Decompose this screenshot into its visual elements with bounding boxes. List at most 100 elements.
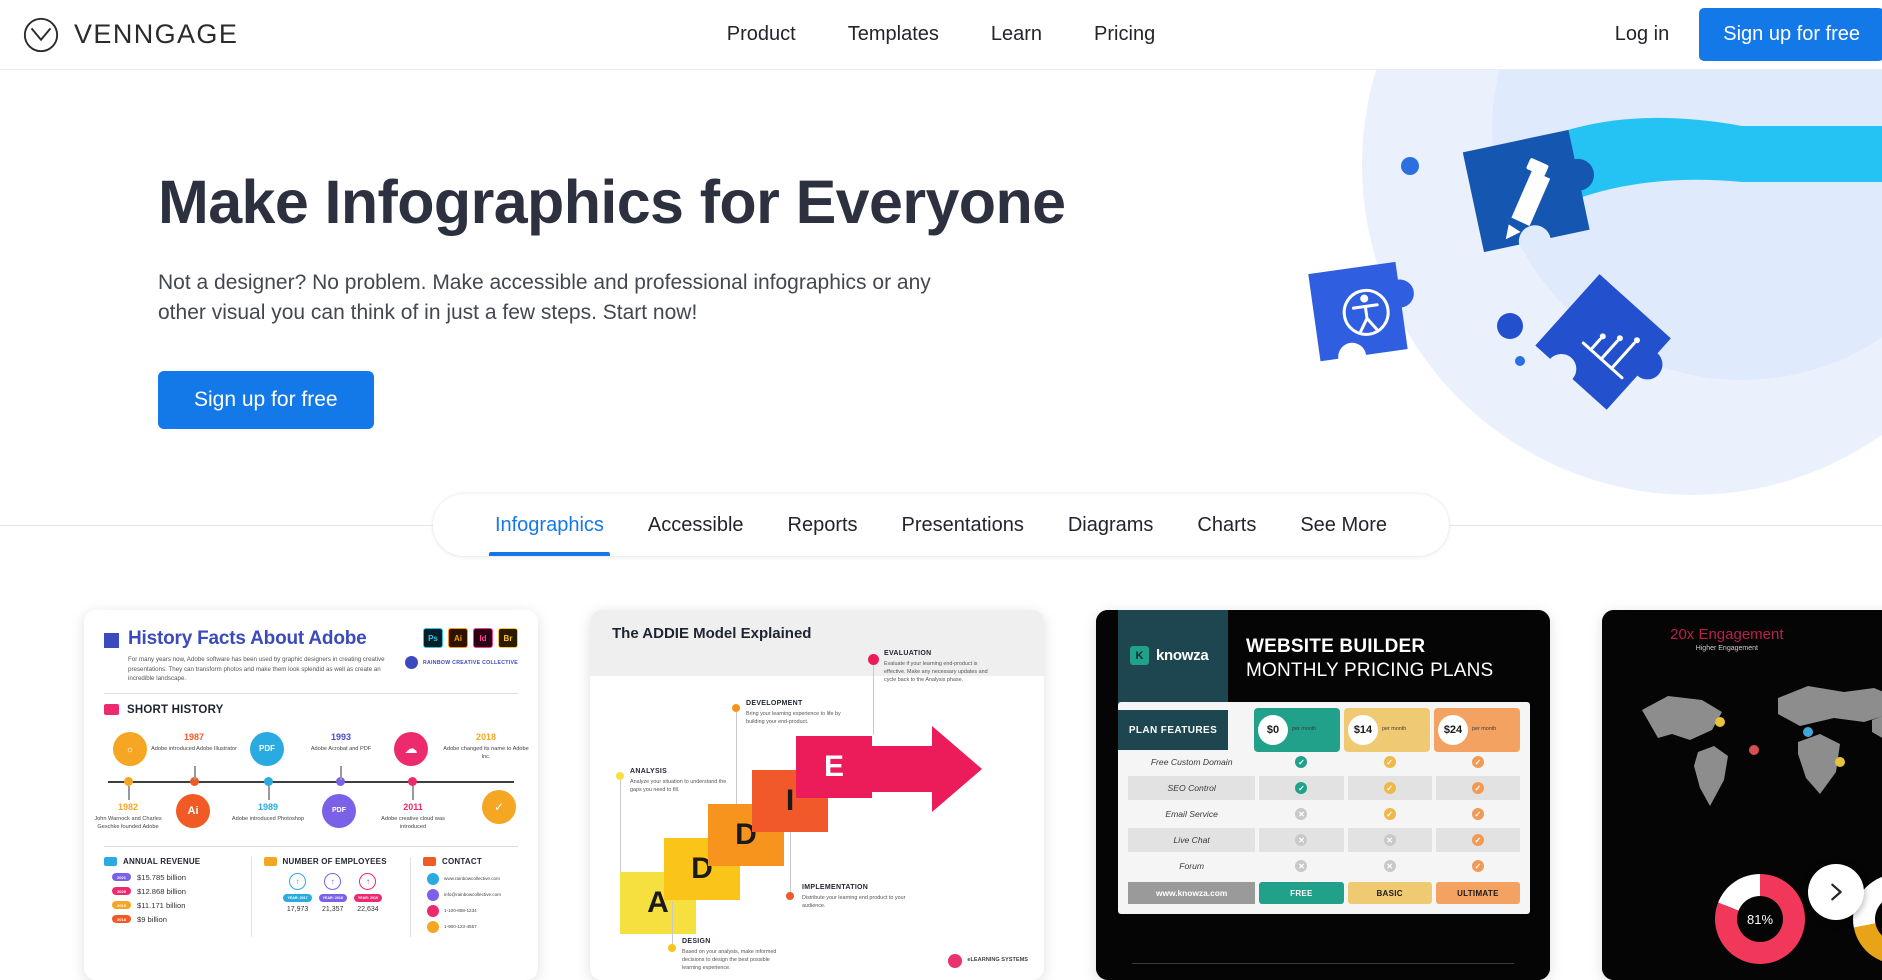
- card2-note-design: DESIGN Based on your analysis, make info…: [682, 938, 787, 972]
- contact-value: info@rainbowcollective.com: [444, 892, 502, 898]
- donut-value: 81%: [1737, 896, 1783, 942]
- stat-engagement: 20x Engagement Higher Engagement: [1670, 626, 1783, 652]
- login-link[interactable]: Log in: [1615, 23, 1670, 46]
- price-card-basic: $14 per month: [1344, 708, 1430, 752]
- template-gallery: History Facts About Adobe For many years…: [0, 560, 1882, 980]
- chevron-right-icon: [1831, 883, 1842, 901]
- tab-accessible[interactable]: Accessible: [626, 494, 766, 556]
- card1-title: History Facts About Adobe: [128, 628, 367, 649]
- template-card-website-builder-pricing[interactable]: K knowza WEBSITE BUILDER MONTHLY PRICING…: [1096, 610, 1550, 980]
- contact-value: 1-900-123-4567: [444, 924, 477, 930]
- elearning-logo-text: eLEARNING SYSTEMS: [967, 957, 1028, 964]
- feature-value: ✕: [1348, 854, 1432, 878]
- phone-icon: [427, 904, 439, 917]
- contact-row: 1-100-888-1234: [423, 904, 510, 917]
- card1-section-label: SHORT HISTORY: [127, 703, 224, 716]
- collective-name: RAINBOW CREATIVE COLLECTIVE: [422, 659, 518, 666]
- tab-infographics[interactable]: Infographics: [473, 494, 626, 556]
- card2-logo: eLEARNING SYSTEMS: [948, 954, 1028, 968]
- pin-line: [790, 832, 791, 892]
- employees-marker-icon: [263, 856, 277, 866]
- note-title: DESIGN: [682, 938, 711, 945]
- price-amount: $24: [1438, 715, 1468, 745]
- bulb-icon: ☼: [113, 731, 147, 766]
- revenue-year: 2019: [112, 901, 131, 910]
- card2-note-development: DEVELOPMENT Bring your learning experien…: [746, 700, 851, 726]
- feature-value: ✓: [1348, 802, 1432, 826]
- pin-line: [736, 712, 737, 804]
- employee-stat: ↑ YEAR: 2018 21,357: [318, 872, 347, 913]
- adobe-app-icons: Ps Ai Id Br: [423, 628, 518, 648]
- indesign-icon: Id: [473, 628, 493, 648]
- pricing-row: SEO Control ✓ ✓ ✓: [1128, 776, 1521, 800]
- check-icon: ✓: [1295, 756, 1308, 768]
- tab-charts[interactable]: Charts: [1175, 494, 1278, 556]
- feature-value: ✕: [1259, 854, 1343, 878]
- donut-value-secondary: [1875, 896, 1882, 942]
- elearning-logo-icon: [948, 954, 963, 968]
- feature-value: ✕: [1259, 828, 1344, 852]
- brand-name: VENNGAGE: [74, 19, 239, 49]
- cross-icon: ✕: [1383, 834, 1396, 846]
- tab-reports[interactable]: Reports: [766, 494, 880, 556]
- nav-item-product[interactable]: Product: [727, 23, 796, 46]
- knowza-logo: K knowza: [1130, 646, 1209, 665]
- check-icon: ✓: [1383, 782, 1396, 794]
- plan-name-ultimate: ULTIMATE: [1435, 882, 1521, 904]
- pin-evaluation-icon: [868, 654, 879, 665]
- contact-row: info@rainbowcollective.com: [423, 888, 510, 901]
- feature-value: ✓: [1436, 854, 1520, 878]
- nav-actions: Log in Sign up for free: [1615, 8, 1882, 61]
- nav-item-templates[interactable]: Templates: [848, 23, 939, 46]
- nav-item-learn[interactable]: Learn: [991, 23, 1042, 46]
- tl-year-1989: 1989: [257, 801, 279, 812]
- revenue-value: $12.868 billion: [137, 886, 186, 896]
- cross-icon: ✕: [1383, 860, 1396, 872]
- check-icon: ✓: [1471, 808, 1484, 820]
- card2-note-analysis: ANALYSIS Analyze your situation to under…: [630, 768, 735, 794]
- signup-button-nav[interactable]: Sign up for free: [1699, 8, 1882, 61]
- tl-text-1982: John Warnock and Charles Geschke founded…: [94, 815, 162, 830]
- nav-item-pricing[interactable]: Pricing: [1094, 23, 1155, 46]
- signup-button-hero[interactable]: Sign up for free: [158, 370, 374, 429]
- note-title: IMPLEMENTATION: [802, 884, 869, 891]
- contact-row: www.rainbowcollective.com: [423, 872, 510, 885]
- gallery-next-button[interactable]: [1808, 864, 1864, 920]
- plan-name-free: FREE: [1259, 882, 1344, 904]
- template-card-engagement-map[interactable]: 20x Engagement Higher Engagement 63x Vie…: [1602, 610, 1882, 980]
- check-icon: ✓: [1383, 808, 1396, 820]
- price-amount: $0: [1258, 715, 1288, 745]
- tab-diagrams[interactable]: Diagrams: [1046, 494, 1176, 556]
- cross-icon: ✕: [1295, 808, 1308, 820]
- feature-value: ✕: [1347, 828, 1432, 852]
- feature-value: ✓: [1259, 750, 1343, 774]
- brand-logo[interactable]: VENNGAGE: [22, 16, 238, 54]
- tab-see-more[interactable]: See More: [1278, 494, 1409, 556]
- feature-value: ✓: [1347, 776, 1432, 800]
- feature-name: Free Custom Domain: [1150, 757, 1233, 767]
- hero-subtitle: Not a designer? No problem. Make accessi…: [158, 271, 931, 325]
- template-card-adobe-history[interactable]: History Facts About Adobe For many years…: [84, 610, 538, 980]
- feature-name: Email Service: [1165, 809, 1218, 819]
- feature-value: ✓: [1435, 828, 1521, 852]
- template-card-addie-model[interactable]: The ADDIE Model Explained A D D I E ANAL…: [590, 610, 1044, 980]
- pin-analysis-icon: [616, 772, 624, 780]
- feature-value: ✓: [1436, 750, 1520, 774]
- revenue-value: $9 billion: [137, 914, 167, 924]
- contact-value: www.rainbowcollective.com: [444, 876, 500, 882]
- employee-count: 21,357: [322, 905, 344, 913]
- card1-revenue-block: ANNUAL REVENUE 2021 $15.785 billion 2020…: [104, 856, 251, 937]
- card3-bottom-rule: [1132, 963, 1514, 964]
- primary-nav: Product Templates Learn Pricing: [727, 23, 1155, 46]
- card3-title-line1: WEBSITE BUILDER: [1246, 636, 1426, 657]
- world-map-graphic: [1642, 686, 1882, 806]
- revenue-row: 2021 $15.785 billion: [104, 873, 243, 882]
- card1-contact-block: CONTACT www.rainbowcollective.com info@r…: [410, 856, 518, 937]
- plan-features-header: PLAN FEATURES: [1118, 710, 1228, 750]
- hero-section: Make Infographics for Everyone Not a des…: [0, 70, 1882, 540]
- illustrator-icon: Ai: [448, 628, 468, 648]
- tab-presentations[interactable]: Presentations: [880, 494, 1046, 556]
- price-card-ultimate: $24 per month: [1434, 708, 1520, 752]
- revenue-label: ANNUAL REVENUE: [123, 856, 201, 866]
- revenue-year: 2021: [112, 873, 131, 882]
